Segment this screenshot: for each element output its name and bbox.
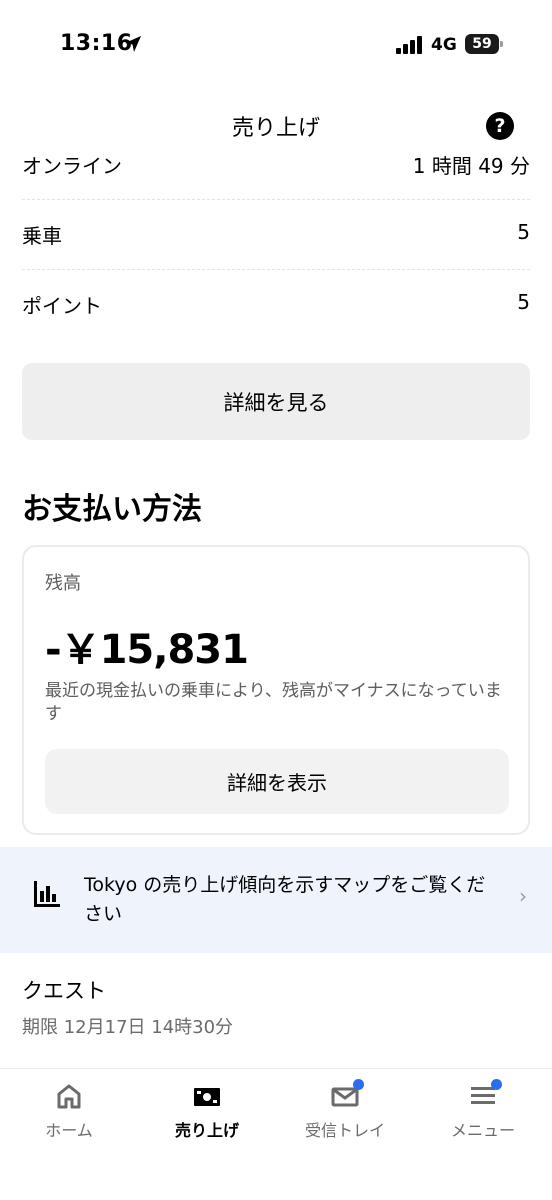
stat-label: ポイント: [22, 294, 102, 318]
page-title: 売り上げ: [231, 116, 320, 141]
view-details-button[interactable]: 詳細を見る: [22, 363, 530, 440]
bottom-nav: ホーム 売り上げ 受信トレイ メニュー: [0, 1068, 552, 1200]
nav-item-home[interactable]: ホーム: [0, 1083, 138, 1153]
status-time: 13:16: [60, 31, 133, 56]
stat-value: 5: [517, 290, 530, 314]
stat-label: オンライン: [22, 154, 122, 178]
show-details-button[interactable]: 詳細を表示: [45, 749, 509, 814]
page-header: 売り上げ ?: [0, 100, 552, 150]
nav-item-inbox[interactable]: 受信トレイ: [276, 1079, 414, 1153]
home-icon: [57, 1084, 81, 1109]
nav-item-earnings[interactable]: 売り上げ: [138, 1083, 276, 1153]
stat-row-rides: 乗車 5: [22, 200, 530, 270]
stat-label: 乗車: [22, 224, 62, 248]
location-arrow-icon: [125, 36, 141, 52]
nav-item-menu[interactable]: メニュー: [414, 1079, 552, 1153]
balance-card: 残高 -￥15,831 最近の現金払いの乗車により、残高がマイナスになっています…: [22, 545, 530, 835]
earnings-icon: [194, 1088, 220, 1106]
earnings-map-banner[interactable]: Tokyo の売り上げ傾向を示すマップをご覧ください ›: [0, 847, 552, 953]
nav-label: 受信トレイ: [304, 1121, 385, 1140]
chevron-right-icon: ›: [519, 884, 527, 908]
help-icon[interactable]: ?: [486, 112, 514, 140]
stat-value: 1 時間 49 分: [412, 154, 530, 178]
bar-chart-icon: [34, 881, 60, 907]
payment-section-title: お支払い方法: [22, 492, 202, 527]
nav-label: ホーム: [45, 1121, 93, 1140]
cellular-signal-icon: [396, 36, 422, 54]
stat-row-points: ポイント 5: [22, 270, 530, 340]
notification-dot: [353, 1079, 364, 1090]
quest-title[interactable]: クエスト: [22, 975, 106, 1005]
nav-label: 売り上げ: [174, 1121, 239, 1140]
banner-text: Tokyo の売り上げ傾向を示すマップをご覧ください: [84, 874, 486, 925]
balance-label: 残高: [45, 573, 81, 594]
stat-value: 5: [517, 220, 530, 244]
network-type: 4G: [431, 35, 457, 55]
nav-label: メニュー: [450, 1121, 515, 1140]
balance-note: 最近の現金払いの乗車により、残高がマイナスになっています: [45, 681, 502, 724]
quest-deadline: 期限 12月17日 14時30分: [22, 1017, 234, 1038]
notification-dot: [491, 1079, 502, 1090]
status-bar: 13:16 4G 59: [0, 0, 552, 90]
battery-level: 59: [472, 36, 492, 52]
battery-icon: 59: [465, 34, 503, 54]
balance-amount: -￥15,831: [45, 627, 249, 673]
